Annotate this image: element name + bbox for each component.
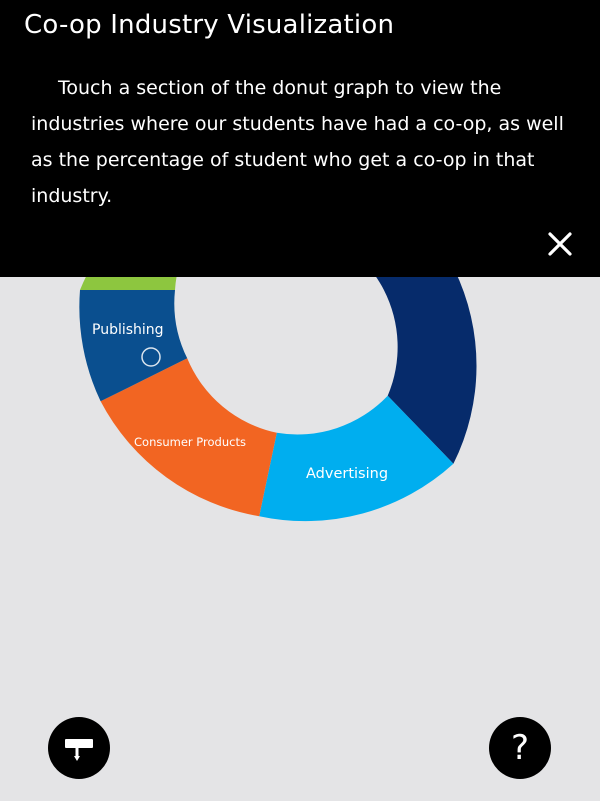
close-icon [548, 232, 572, 256]
filter-icon [65, 739, 93, 761]
instruction-overlay: Co-op Industry Visualization Touch a sec… [0, 0, 600, 277]
question-mark-icon: ? [510, 728, 530, 768]
publishing-marker [141, 347, 161, 367]
overlay-instructions: Touch a section of the donut graph to vi… [31, 77, 564, 207]
visualization-stage: Publishing Consumer Products Advertising… [0, 0, 600, 801]
overlay-title: Co-op Industry Visualization [24, 10, 395, 40]
label-consumer-products: Consumer Products [134, 435, 246, 449]
help-button[interactable]: ? [489, 717, 551, 779]
label-advertising: Advertising [306, 466, 388, 482]
close-button[interactable] [542, 226, 578, 262]
label-publishing: Publishing [92, 322, 164, 338]
filter-button[interactable] [48, 717, 110, 779]
